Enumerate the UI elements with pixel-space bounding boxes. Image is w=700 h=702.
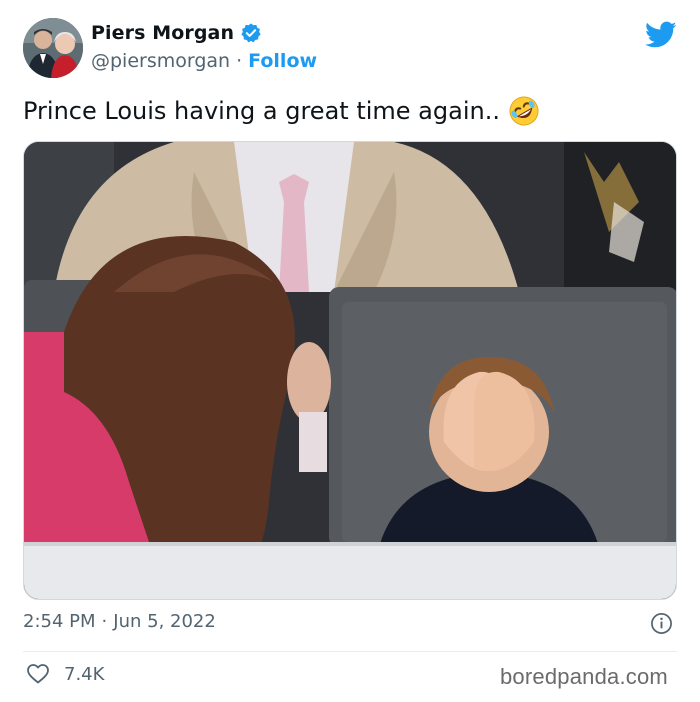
timestamp-separator: · — [101, 611, 108, 632]
follow-button[interactable]: Follow — [248, 50, 317, 72]
tweet-card: Piers Morgan @piersmorgan · Follow Princ… — [0, 0, 700, 702]
verified-badge-icon — [240, 22, 262, 44]
twitter-bird-icon[interactable] — [645, 21, 677, 49]
avatar[interactable] — [23, 18, 83, 78]
info-icon[interactable] — [650, 612, 673, 635]
author-handle-row: @piersmorgan · Follow — [91, 50, 317, 72]
tweet-time: 2:54 PM — [23, 611, 96, 632]
tweet-text-row: Prince Louis having a great time again.. — [23, 95, 540, 127]
heart-icon[interactable] — [26, 662, 50, 686]
tweet-photo[interactable] — [23, 141, 677, 600]
author-display-name[interactable]: Piers Morgan — [91, 22, 234, 44]
handle-separator: · — [236, 50, 243, 72]
like-action[interactable]: 7.4K — [26, 662, 104, 686]
tweet-text: Prince Louis having a great time again.. — [23, 97, 500, 125]
rofl-emoji-icon — [508, 95, 540, 127]
watermark: boredpanda.com — [500, 664, 668, 689]
like-count: 7.4K — [64, 663, 105, 685]
author-handle[interactable]: @piersmorgan — [91, 50, 230, 72]
tweet-date: Jun 5, 2022 — [113, 611, 216, 632]
author-name-row[interactable]: Piers Morgan — [91, 22, 262, 44]
tweet-timestamp[interactable]: 2:54 PM · Jun 5, 2022 — [23, 611, 216, 632]
divider — [23, 651, 677, 652]
